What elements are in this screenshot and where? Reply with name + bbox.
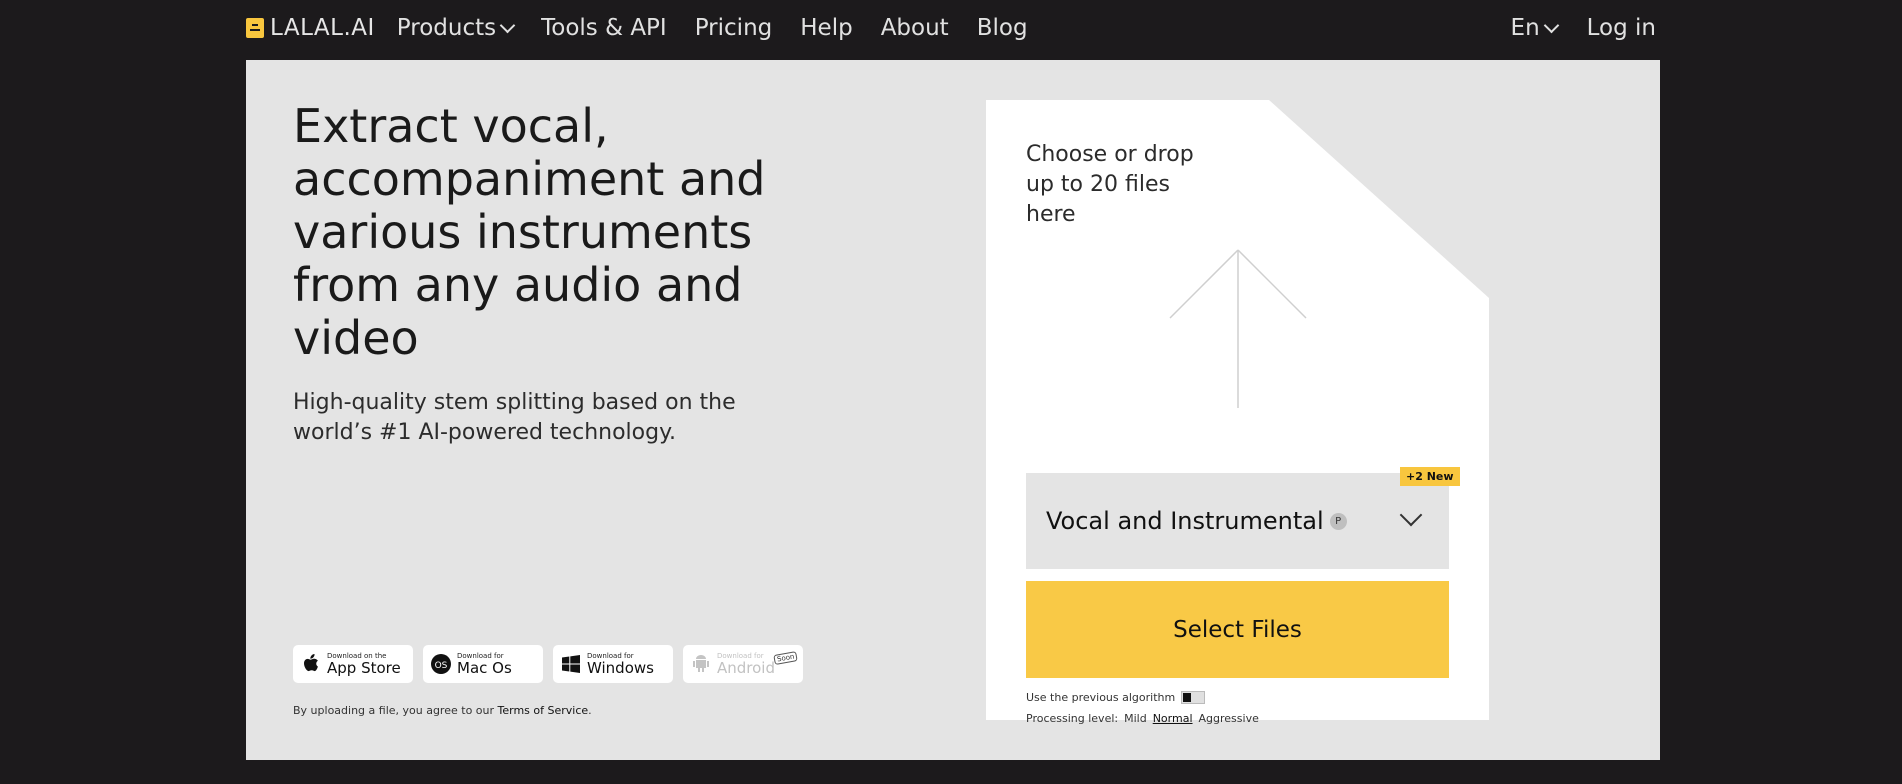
select-files-button[interactable]: Select Files: [1026, 581, 1449, 678]
nav-tools-api[interactable]: Tools & API: [541, 15, 667, 41]
processing-level-label: Processing level:: [1026, 712, 1119, 725]
chevron-down-icon: [1399, 503, 1423, 527]
previous-algorithm-toggle[interactable]: [1181, 691, 1206, 704]
windows-button[interactable]: Download for Windows: [553, 645, 673, 683]
apple-icon: [301, 654, 321, 674]
hero-subline: High-quality stem splitting based on the…: [293, 390, 736, 445]
logo-icon: [246, 18, 264, 38]
terms-suffix: .: [588, 704, 592, 717]
terms-prefix: By uploading a file, you agree to our: [293, 704, 498, 717]
terms-notice: By uploading a file, you agree to our Te…: [293, 704, 592, 717]
level-aggressive[interactable]: Aggressive: [1199, 712, 1259, 725]
upload-controls: Vocal and Instrumental P +2 New Select F…: [986, 100, 1489, 725]
nav-products[interactable]: Products: [396, 15, 516, 41]
soon-badge: Soon: [772, 651, 798, 665]
windows-icon: [561, 654, 581, 674]
logo-text: LALAL.AI: [270, 15, 375, 41]
level-mild[interactable]: Mild: [1124, 712, 1147, 725]
chevron-down-icon: [1543, 17, 1559, 33]
app-store-button[interactable]: Download on the App Store: [293, 645, 413, 683]
stem-type-label: Vocal and Instrumental: [1046, 507, 1324, 535]
previous-algorithm-label: Use the previous algorithm: [1026, 691, 1176, 704]
store-name: App Store: [327, 659, 401, 677]
chevron-down-icon: [499, 17, 516, 33]
top-nav: LALAL.AI Products Tools & API Pricing He…: [246, 0, 1656, 56]
nav-about[interactable]: About: [881, 15, 949, 41]
logo[interactable]: LALAL.AI: [246, 15, 375, 41]
store-name: Windows: [587, 659, 654, 677]
mac-os-button[interactable]: OS Download for Mac Os: [423, 645, 543, 683]
language-selector[interactable]: En: [1510, 15, 1559, 41]
new-badge: +2 New: [1400, 467, 1460, 486]
level-normal[interactable]: Normal: [1153, 712, 1193, 725]
stem-type-select[interactable]: Vocal and Instrumental P: [1026, 473, 1449, 569]
store-name: Android: [717, 659, 775, 677]
nav-help[interactable]: Help: [800, 15, 852, 41]
hero-headline: Extract vocal, accompaniment and various…: [293, 99, 766, 365]
nav-pricing[interactable]: Pricing: [695, 15, 773, 41]
android-button: Download for Android Soon: [683, 645, 803, 683]
language-label: En: [1510, 15, 1540, 41]
store-buttons: Download on the App Store OS Download fo…: [293, 645, 803, 683]
nav-blog[interactable]: Blog: [977, 15, 1028, 41]
premium-badge: P: [1329, 512, 1347, 530]
nav-products-label: Products: [396, 15, 497, 41]
svg-text:OS: OS: [435, 661, 448, 671]
terms-of-service-link[interactable]: Terms of Service: [498, 704, 589, 717]
store-name: Mac Os: [457, 659, 512, 677]
nav-right: En Log in: [1511, 15, 1656, 41]
android-icon: [691, 654, 711, 674]
previous-algorithm-row: Use the previous algorithm: [1026, 691, 1206, 704]
macos-icon: OS: [431, 654, 451, 674]
processing-level-row: Processing level: Mild Normal Aggressive: [1026, 712, 1259, 725]
login-link[interactable]: Log in: [1587, 15, 1656, 41]
